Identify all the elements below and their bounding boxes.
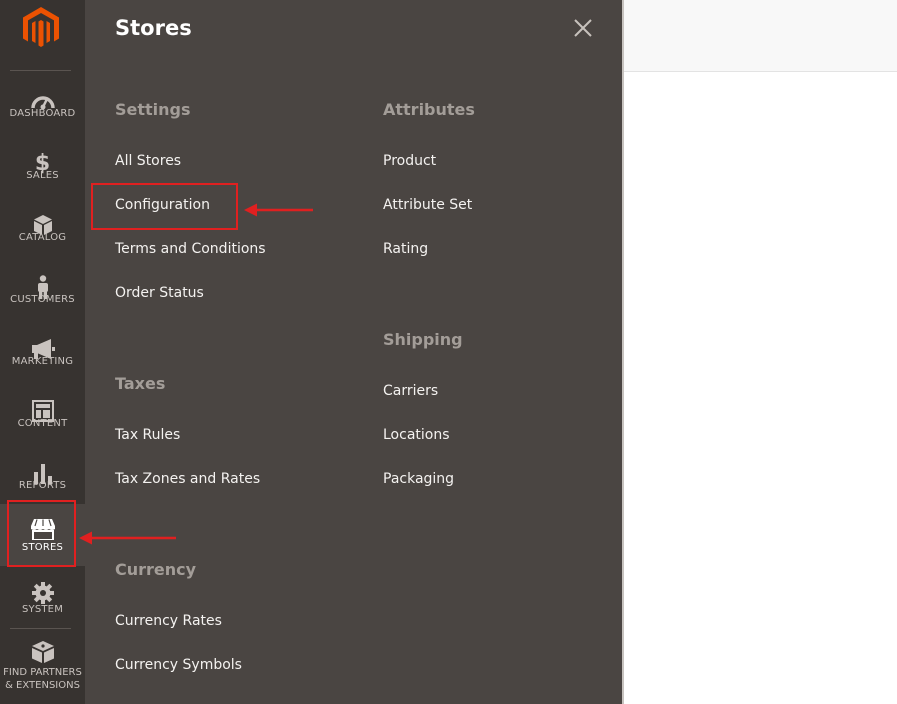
link-carriers[interactable]: Carriers (383, 383, 438, 399)
nav-customers-label: CUSTOMERS (10, 294, 75, 305)
nav-system-label: SYSTEM (21, 604, 64, 615)
logo-divider (10, 70, 71, 71)
page-header-area (624, 0, 897, 72)
nav-dashboard-label: DASHBOARD (9, 108, 76, 119)
nav-find-partners-label: FIND PARTNERS & EXTENSIONS (0, 666, 85, 692)
nav-reports-label: REPORTS (18, 480, 67, 491)
nav-catalog-label: CATALOG (18, 232, 67, 243)
section-shipping-title: Shipping (383, 330, 463, 349)
link-attribute-set[interactable]: Attribute Set (383, 197, 472, 213)
link-terms-and-conditions[interactable]: Terms and Conditions (115, 241, 266, 257)
nav-sales[interactable]: $ SALES (0, 142, 85, 204)
section-taxes-title: Taxes (115, 374, 166, 393)
stores-pointer-arrow (79, 531, 176, 545)
link-currency-rates[interactable]: Currency Rates (115, 613, 222, 629)
configuration-pointer-arrow (244, 203, 313, 217)
nav-sales-label: SALES (26, 170, 59, 181)
link-all-stores[interactable]: All Stores (115, 153, 181, 169)
link-product[interactable]: Product (383, 153, 436, 169)
link-tax-rules[interactable]: Tax Rules (115, 427, 180, 443)
panel-title: Stores (115, 16, 192, 40)
magento-logo[interactable] (23, 7, 59, 49)
stores-highlight-box (7, 500, 76, 567)
nav-content-label: CONTENT (17, 418, 68, 429)
partners-line-2: & EXTENSIONS (5, 680, 80, 691)
link-packaging[interactable]: Packaging (383, 471, 454, 487)
admin-sidebar: DASHBOARD $ SALES CATALOG CUSTOMERS MARK… (0, 0, 85, 704)
configuration-highlight-box (91, 183, 238, 230)
link-currency-symbols[interactable]: Currency Symbols (115, 657, 242, 673)
section-currency-title: Currency (115, 560, 197, 579)
stores-flyout-panel: Stores Settings All Stores Configuration… (85, 0, 622, 704)
link-rating[interactable]: Rating (383, 241, 428, 257)
link-order-status[interactable]: Order Status (115, 285, 204, 301)
section-settings-title: Settings (115, 100, 191, 119)
section-attributes-title: Attributes (383, 100, 475, 119)
partners-line-1: FIND PARTNERS (3, 667, 82, 678)
nav-content[interactable]: CONTENT (0, 390, 85, 452)
nav-catalog[interactable]: CATALOG (0, 204, 85, 266)
nav-marketing[interactable]: MARKETING (0, 328, 85, 390)
panel-edge (622, 0, 624, 704)
nav-marketing-label: MARKETING (11, 356, 74, 367)
sidebar-divider (10, 628, 71, 629)
link-tax-zones-and-rates[interactable]: Tax Zones and Rates (115, 471, 260, 487)
close-icon[interactable] (573, 18, 593, 38)
blocks-icon (0, 639, 85, 665)
link-locations[interactable]: Locations (383, 427, 450, 443)
nav-customers[interactable]: CUSTOMERS (0, 266, 85, 328)
nav-dashboard[interactable]: DASHBOARD (0, 80, 85, 142)
nav-find-partners[interactable]: FIND PARTNERS & EXTENSIONS (0, 634, 85, 698)
